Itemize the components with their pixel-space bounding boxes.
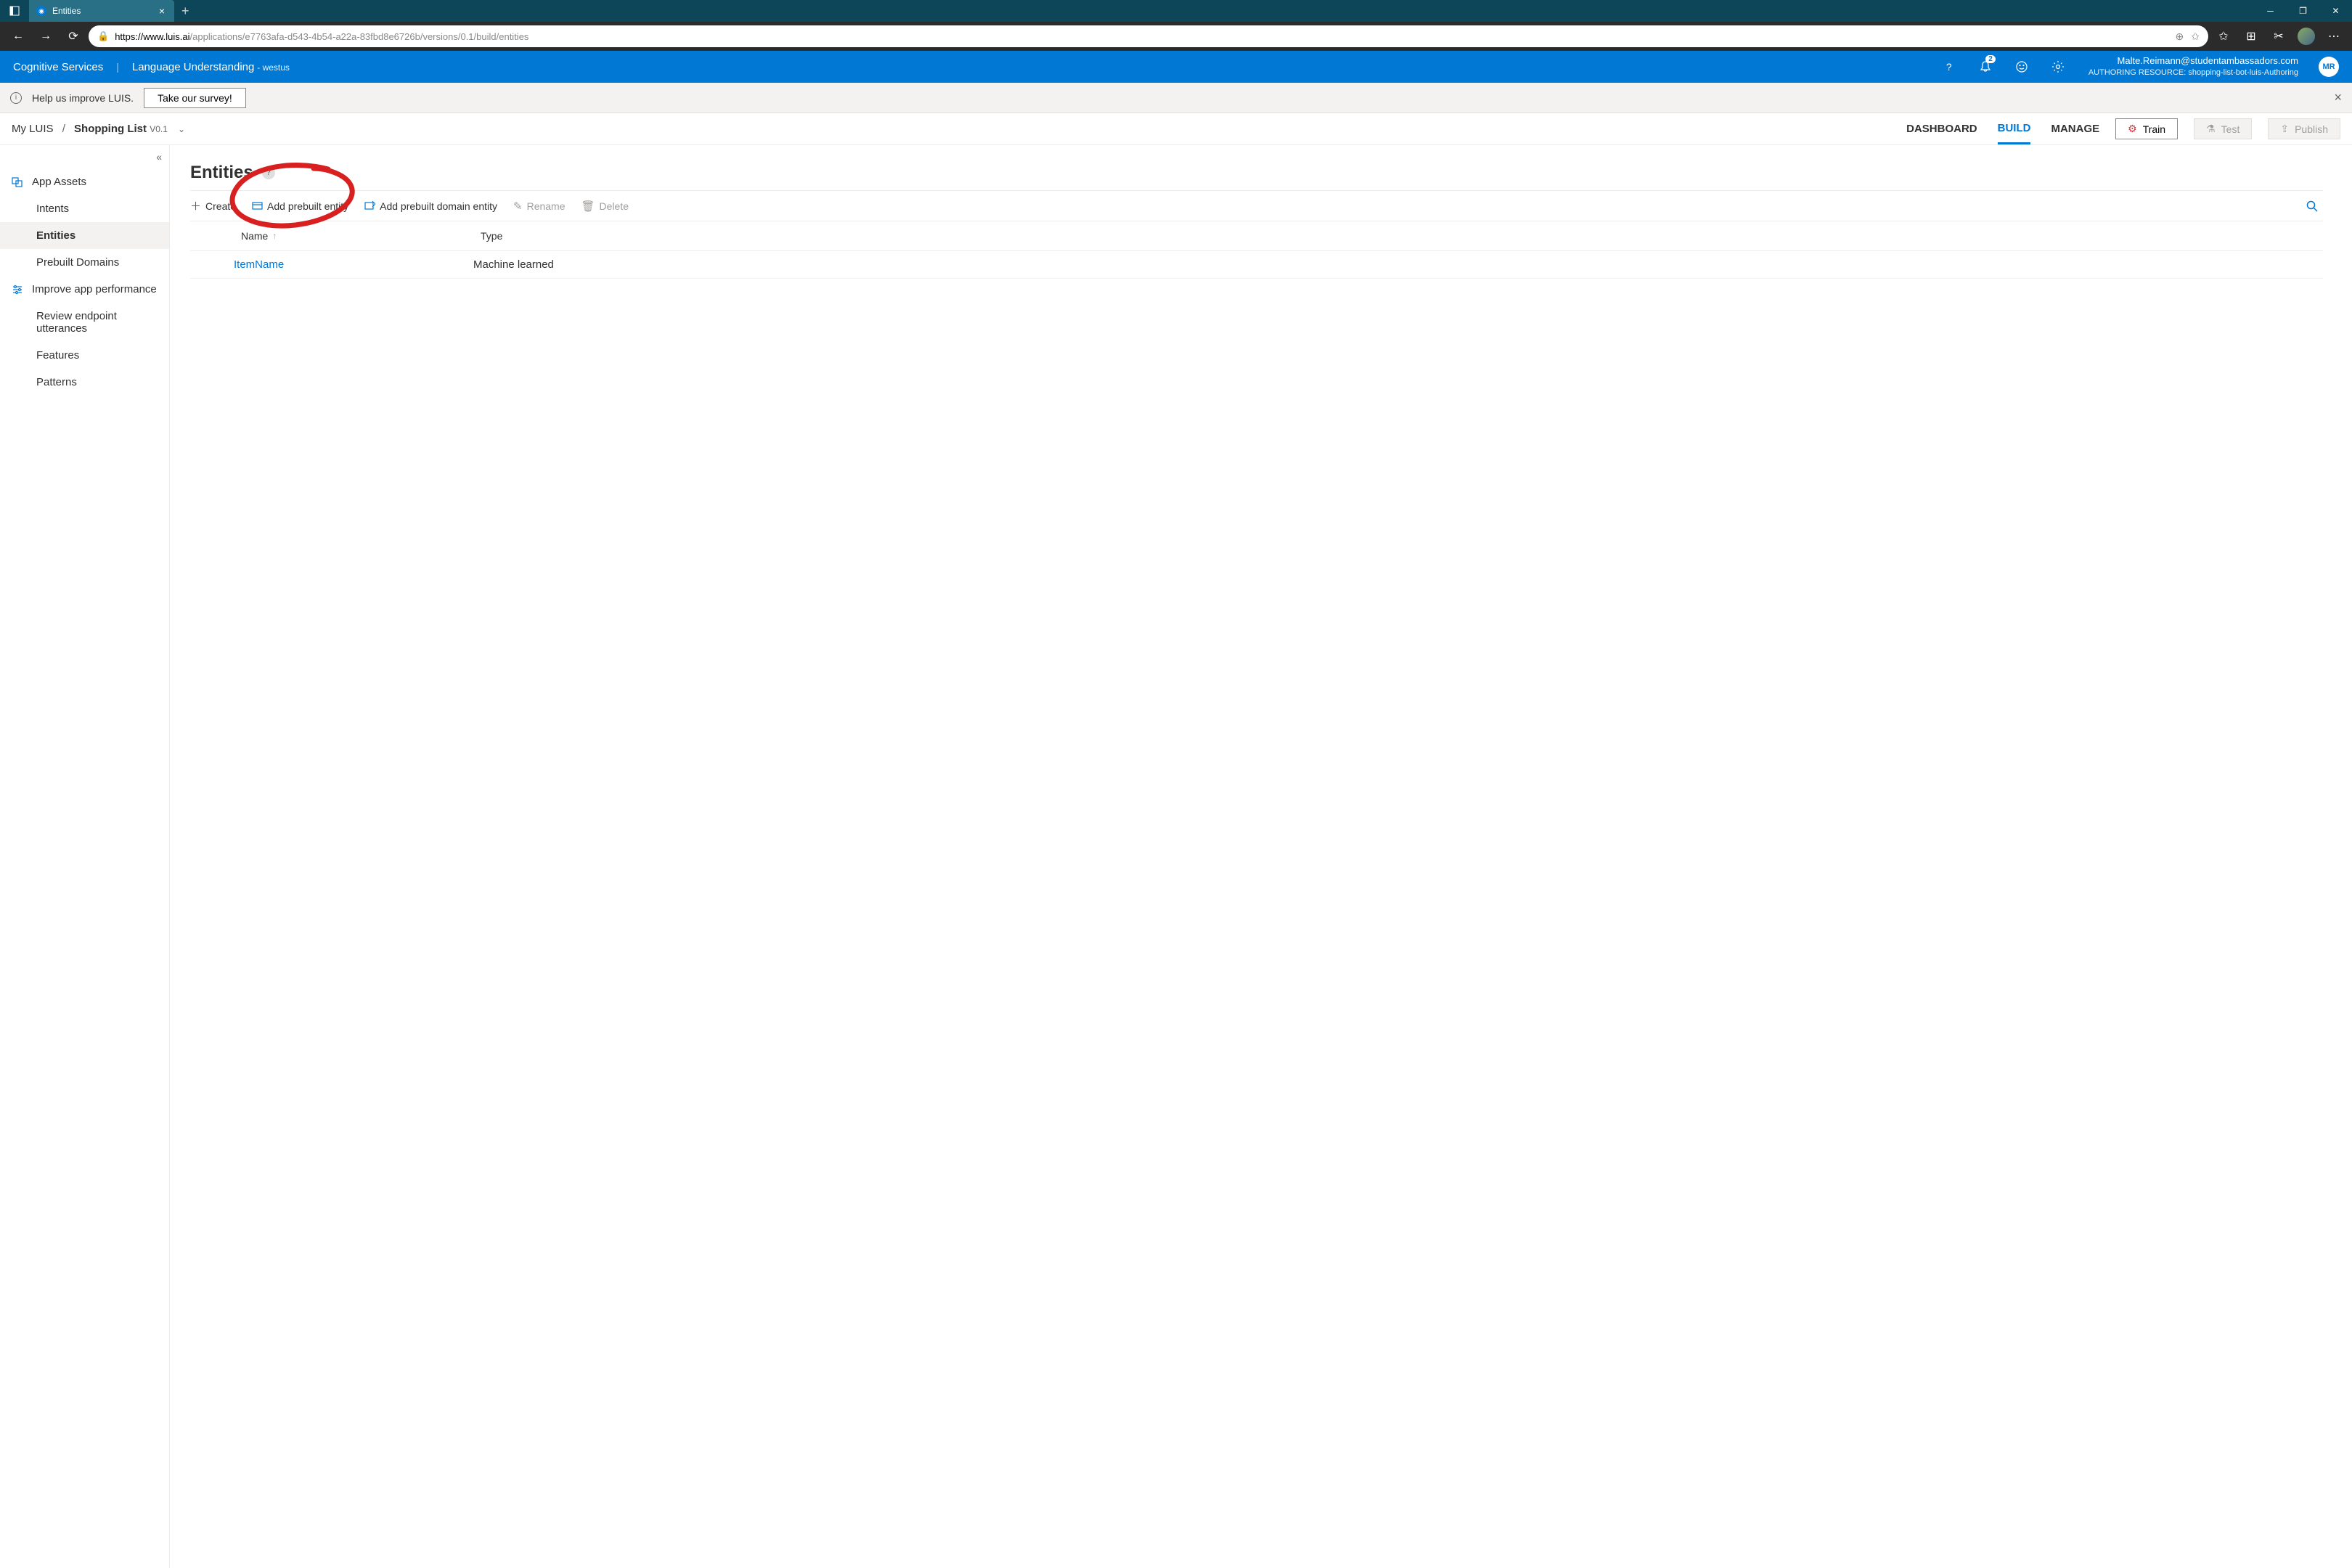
sidebar-group-app-assets[interactable]: App Assets [0, 168, 169, 195]
window-maximize-button[interactable]: ❐ [2287, 0, 2319, 22]
top-row: My LUIS / Shopping List V0.1 ⌄ DASHBOARD… [0, 113, 2352, 145]
collections-icon[interactable]: ⊞ [2239, 24, 2263, 49]
sidebar-item-features[interactable]: Features [0, 342, 169, 369]
column-type-header[interactable]: Type [481, 230, 2323, 242]
column-name-header[interactable]: Name ↑ [241, 230, 481, 242]
entities-toolbar: ＋ Create Add prebuilt entity Add prebuil… [190, 190, 2323, 221]
entity-type: Machine learned [473, 258, 2323, 271]
breadcrumb: My LUIS / Shopping List V0.1 ⌄ [12, 123, 185, 135]
favorites-icon[interactable]: ✩ [2211, 24, 2236, 49]
tab-manage[interactable]: MANAGE [2051, 113, 2099, 144]
region-label: - westus [257, 62, 290, 73]
sort-asc-icon: ↑ [272, 231, 277, 241]
browser-titlebar: ◉ Entities × + ─ ❐ ✕ [0, 0, 2352, 22]
banner-text: Help us improve LUIS. [32, 92, 134, 104]
new-tab-button[interactable]: + [174, 4, 197, 19]
lock-icon: 🔒 [97, 30, 109, 42]
rename-button: ✎ Rename [513, 200, 565, 213]
assets-icon [12, 176, 23, 188]
rename-icon: ✎ [513, 200, 523, 213]
settings-icon[interactable] [2046, 55, 2070, 78]
sliders-icon [12, 284, 23, 295]
train-button[interactable]: ⚙ Train [2115, 118, 2178, 139]
domain-entity-icon [364, 200, 375, 211]
tab-build[interactable]: BUILD [1998, 113, 2031, 144]
survey-banner: i Help us improve LUIS. Take our survey!… [0, 83, 2352, 113]
table-row[interactable]: ItemName Machine learned [190, 251, 2323, 279]
add-prebuilt-entity-button[interactable]: Add prebuilt entity [252, 200, 348, 212]
sidebar-item-review-utterances[interactable]: Review endpoint utterances [0, 303, 169, 342]
refresh-button[interactable]: ⟳ [61, 24, 86, 49]
sidebar-item-prebuilt-domains[interactable]: Prebuilt Domains [0, 249, 169, 276]
app-header: Cognitive Services | Language Understand… [0, 51, 2352, 83]
user-avatar[interactable]: MR [2319, 57, 2339, 77]
trash-icon: 🗑 [581, 200, 595, 213]
take-survey-button[interactable]: Take our survey! [144, 88, 246, 108]
user-info[interactable]: Malte.Reimann@studentambassadors.com AUT… [2088, 55, 2298, 78]
browser-tab[interactable]: ◉ Entities × [29, 0, 174, 22]
banner-close-icon[interactable]: × [2334, 90, 2342, 105]
sidebar-item-entities[interactable]: Entities [0, 222, 169, 249]
publish-icon: ⇪ [2280, 123, 2289, 135]
window-minimize-button[interactable]: ─ [2254, 0, 2287, 22]
forward-button[interactable]: → [33, 24, 58, 49]
gear-icon: ⚙ [2128, 123, 2137, 135]
user-email: Malte.Reimann@studentambassadors.com [2088, 55, 2298, 68]
sidebar-group-improve[interactable]: Improve app performance [0, 276, 169, 303]
browser-navbar: ← → ⟳ 🔒 https://www.luis.ai/applications… [0, 22, 2352, 51]
app-menu-icon[interactable] [0, 0, 29, 22]
help-bubble-icon[interactable]: ? [262, 166, 275, 179]
breadcrumb-app[interactable]: Shopping List [74, 123, 147, 135]
search-icon[interactable] [2306, 200, 2319, 213]
delete-button: 🗑 Delete [581, 200, 629, 213]
breadcrumb-version: V0.1 [150, 124, 168, 134]
plus-icon: ＋ [190, 198, 201, 213]
tab-close-icon[interactable]: × [157, 6, 167, 16]
more-icon[interactable]: ⋯ [2322, 24, 2346, 49]
entity-icon [252, 200, 263, 211]
sidebar-item-intents[interactable]: Intents [0, 195, 169, 222]
add-prebuilt-domain-entity-button[interactable]: Add prebuilt domain entity [364, 200, 497, 212]
publish-button[interactable]: ⇪ Publish [2268, 118, 2340, 139]
zoom-icon[interactable]: ⊕ [2176, 30, 2184, 43]
extensions-icon[interactable]: ✂ [2266, 24, 2291, 49]
separator: | [116, 61, 119, 73]
collapse-sidebar-icon[interactable]: « [156, 151, 162, 163]
product-label[interactable]: Language Understanding [132, 61, 254, 73]
test-label: Test [2221, 123, 2240, 135]
tab-favicon-icon: ◉ [36, 6, 46, 16]
notifications-icon[interactable]: 2 [1974, 55, 1997, 78]
profile-avatar[interactable] [2294, 24, 2319, 49]
content-area: Entities ? ＋ Create Add prebuilt entity … [170, 145, 2352, 1568]
tab-title: Entities [52, 6, 151, 16]
sidebar-item-patterns[interactable]: Patterns [0, 369, 169, 396]
notification-badge: 2 [1985, 55, 1996, 63]
brand-label[interactable]: Cognitive Services [13, 61, 103, 73]
breadcrumb-root[interactable]: My LUIS [12, 123, 54, 135]
entity-name-link[interactable]: ItemName [234, 258, 473, 271]
help-icon[interactable]: ? [1937, 55, 1961, 78]
entities-table: Name ↑ Type ItemName Machine learned [190, 221, 2323, 279]
info-icon: i [10, 92, 22, 104]
window-close-button[interactable]: ✕ [2319, 0, 2352, 22]
test-button[interactable]: ⚗ Test [2194, 118, 2252, 139]
favorite-icon[interactable]: ✩ [2191, 30, 2200, 43]
user-resource: AUTHORING RESOURCE: shopping-list-bot-lu… [2088, 68, 2298, 78]
address-bar[interactable]: 🔒 https://www.luis.ai/applications/e7763… [89, 25, 2208, 47]
page-title: Entities [190, 163, 253, 183]
publish-label: Publish [2295, 123, 2328, 135]
train-label: Train [2143, 123, 2165, 135]
chevron-down-icon[interactable]: ⌄ [178, 124, 185, 134]
url-text: https://www.luis.ai/applications/e7763af… [115, 31, 2169, 42]
feedback-icon[interactable] [2010, 55, 2033, 78]
back-button[interactable]: ← [6, 24, 30, 49]
tab-dashboard[interactable]: DASHBOARD [1906, 113, 1977, 144]
create-button[interactable]: ＋ Create [190, 198, 236, 213]
sidebar: « App Assets Intents Entities Prebuilt D… [0, 145, 170, 1568]
table-header: Name ↑ Type [190, 221, 2323, 251]
flask-icon: ⚗ [2206, 123, 2216, 135]
